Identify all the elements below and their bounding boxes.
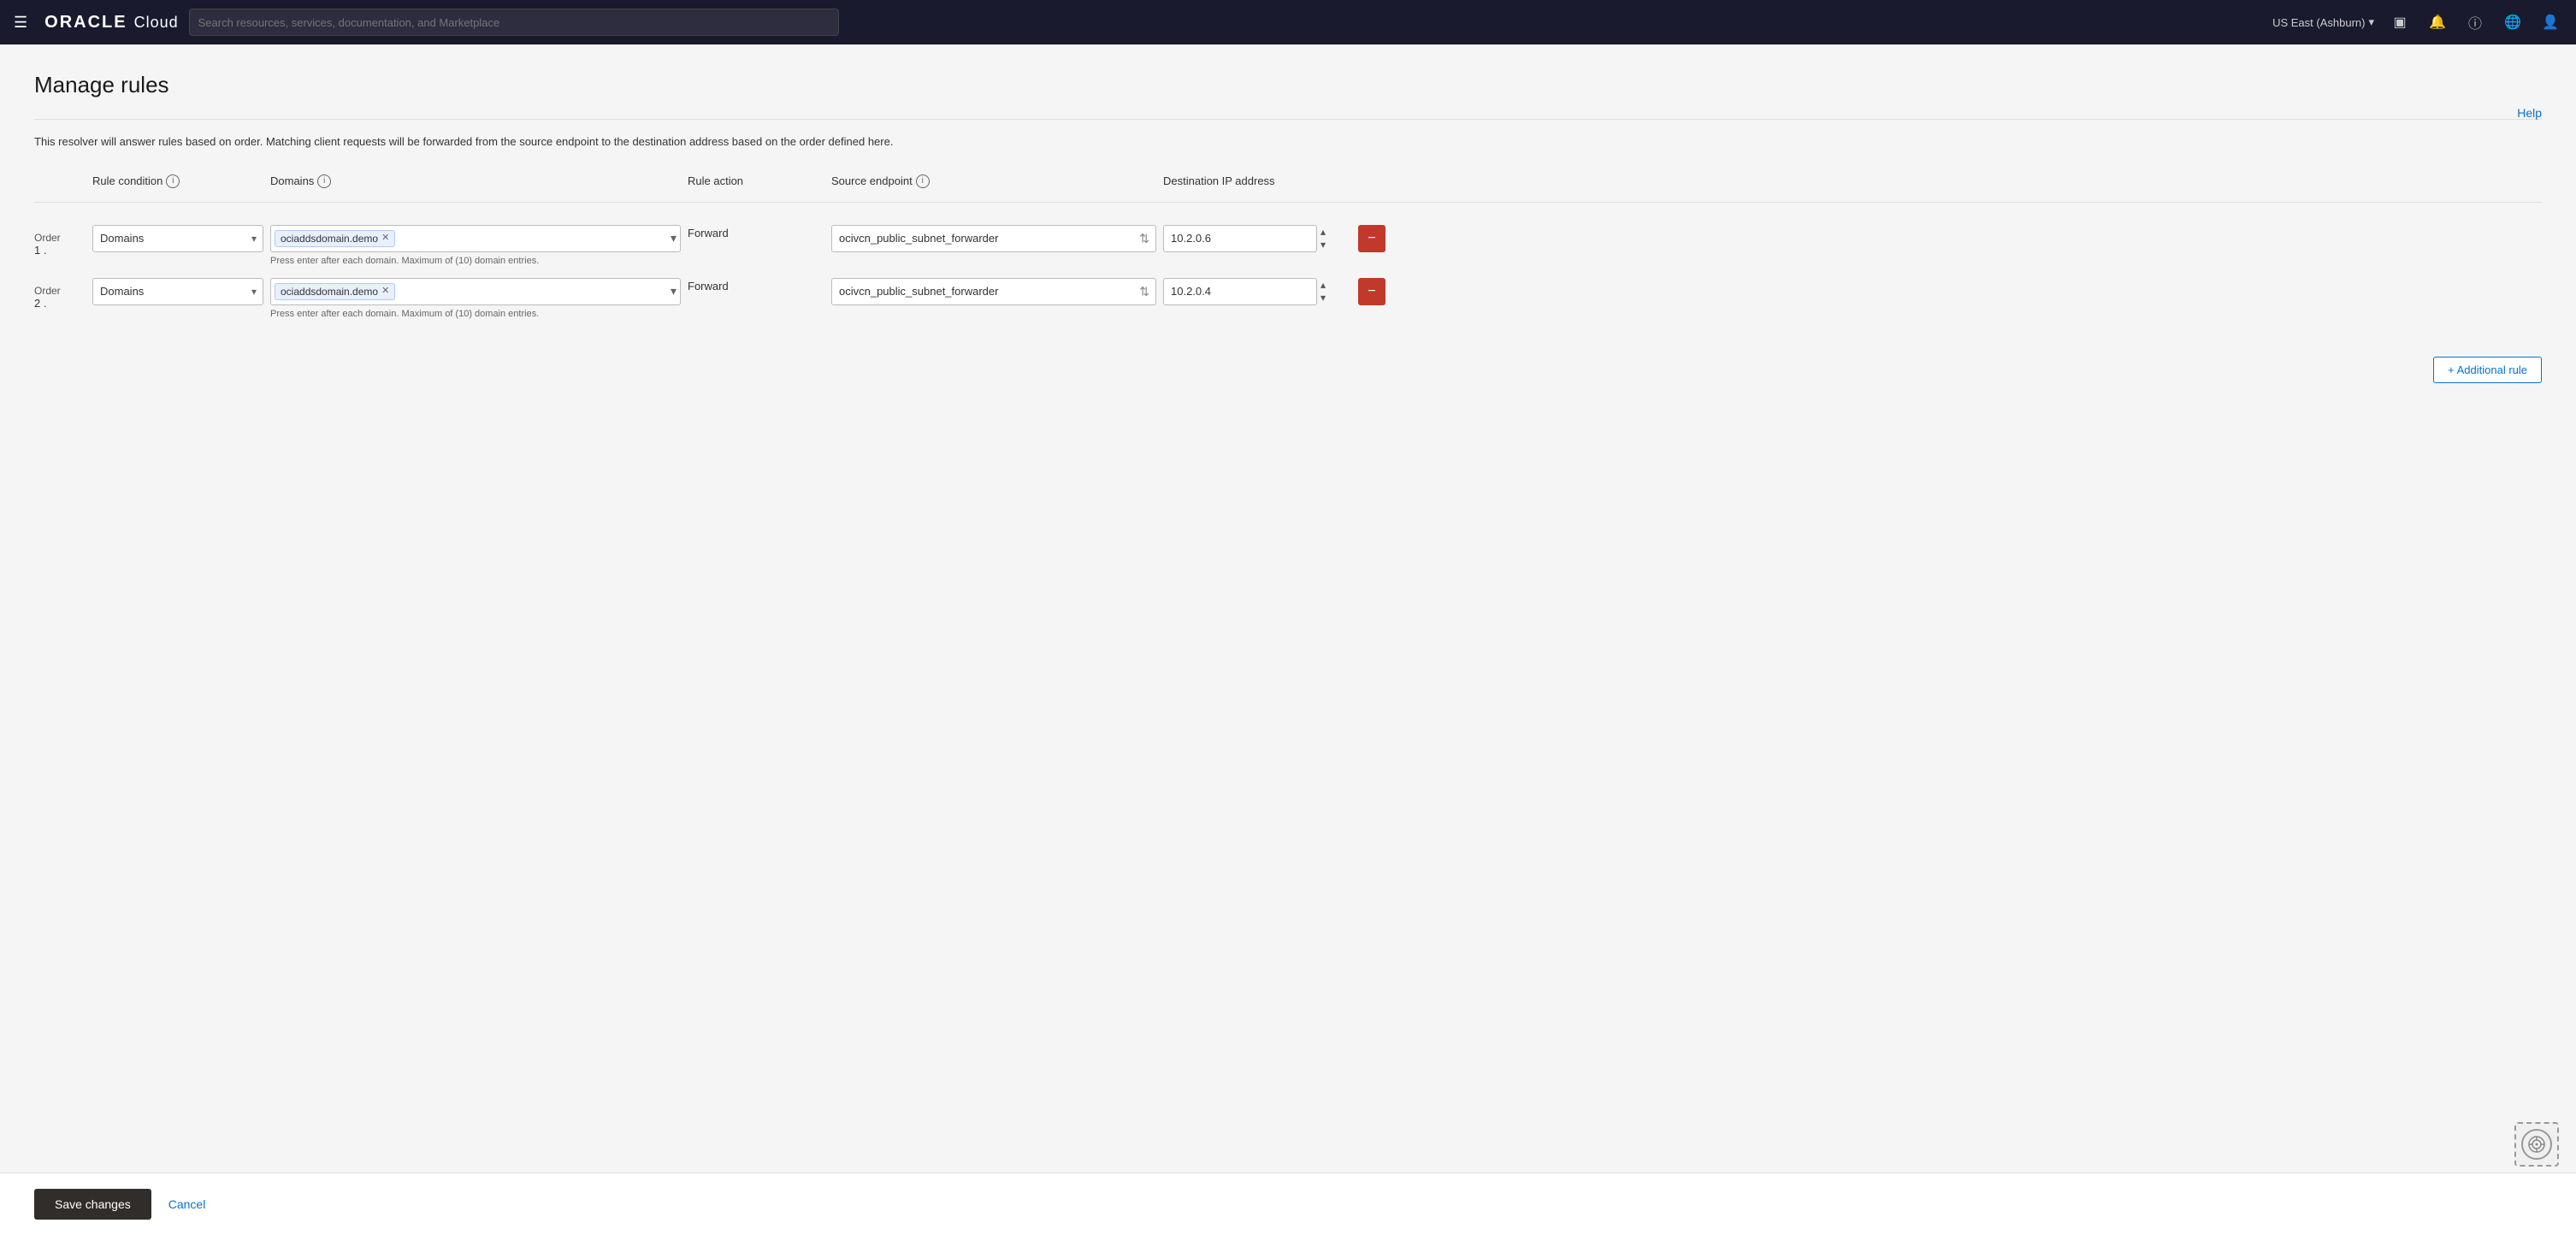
bell-icon[interactable]: 🔔 xyxy=(2425,10,2449,34)
chevron-down-icon: ▾ xyxy=(2368,15,2374,29)
delete-rule-2[interactable]: − xyxy=(1358,278,1385,305)
title-divider xyxy=(34,119,2542,120)
dest-ip-col-header: Destination IP address xyxy=(1163,174,1420,187)
column-headers: Rule condition i Domains i Rule action S… xyxy=(34,168,2542,195)
domain-tag-text-2: ociaddsdomain.demo xyxy=(281,286,378,298)
rule-action-col-header: Rule action xyxy=(688,174,824,187)
cloud-text: Cloud xyxy=(134,14,179,32)
topnav-right: US East (Ashburn) ▾ ▣ 🔔 ⓘ 🌐 👤 xyxy=(2272,10,2562,34)
domain-tag-text-1: ociaddsdomain.demo xyxy=(281,233,378,245)
source-endpoint-wrap-1[interactable]: ocivcn_public_subnet_forwarder xyxy=(831,225,1156,252)
domain-hint-2: Press enter after each domain. Maximum o… xyxy=(270,309,681,319)
help-widget-icon xyxy=(2521,1129,2552,1160)
rule-action-1: Forward xyxy=(688,225,824,239)
help-widget[interactable] xyxy=(2514,1122,2559,1167)
domains-chevron-2[interactable]: ▾ xyxy=(671,284,676,298)
dest-ip-arrows-2: ▴ ▾ xyxy=(1320,279,1326,304)
dest-ip-up-2[interactable]: ▴ xyxy=(1320,279,1326,291)
domain-hint-1: Press enter after each domain. Maximum o… xyxy=(270,256,681,266)
source-endpoint-dropdown-2[interactable]: ocivcn_public_subnet_forwarder xyxy=(831,278,1156,305)
header-divider xyxy=(34,202,2542,203)
help-link[interactable]: Help xyxy=(2517,106,2542,120)
rule-condition-select-2[interactable]: Domains xyxy=(92,278,263,305)
rule-action-value-1: Forward xyxy=(688,227,824,239)
oracle-text: ORACLE xyxy=(44,13,127,32)
bottom-bar: Save changes Cancel xyxy=(0,1173,2576,1235)
rule-condition-col-header: Rule condition i xyxy=(92,174,263,188)
rule-condition-dropdown-1[interactable]: Domains xyxy=(92,225,263,252)
search-input[interactable] xyxy=(198,16,830,29)
source-endpoint-dropdown-1[interactable]: ocivcn_public_subnet_forwarder xyxy=(831,225,1156,252)
help-icon[interactable]: ⓘ xyxy=(2463,10,2487,34)
add-rule-container: + Additional rule xyxy=(34,340,2542,383)
dest-ip-col-2: ▴ ▾ xyxy=(1163,278,1351,305)
dest-ip-down-2[interactable]: ▾ xyxy=(1320,292,1326,304)
save-changes-button[interactable]: Save changes xyxy=(34,1189,151,1220)
rule-condition-dropdown-2[interactable]: Domains xyxy=(92,278,263,305)
rule-condition-select-1[interactable]: Domains xyxy=(92,225,263,252)
rule-action-value-2: Forward xyxy=(688,280,824,292)
rule-row-1: Order 1 . Domains ociaddsdomain.demo ✕ ▾… xyxy=(34,216,2542,269)
dest-ip-input-2[interactable] xyxy=(1163,278,1317,305)
top-navigation: ☰ ORACLE Cloud US East (Ashburn) ▾ ▣ 🔔 ⓘ… xyxy=(0,0,2576,44)
globe-icon[interactable]: 🌐 xyxy=(2501,10,2525,34)
page-content: Help Manage rules This resolver will ans… xyxy=(0,44,2576,1235)
dest-ip-up-1[interactable]: ▴ xyxy=(1320,226,1326,238)
domains-col-2: ociaddsdomain.demo ✕ ▾ Press enter after… xyxy=(270,278,681,319)
delete-rule-1[interactable]: − xyxy=(1358,225,1385,252)
rule-action-2: Forward xyxy=(688,278,824,292)
user-avatar[interactable]: 👤 xyxy=(2538,10,2562,34)
domain-tag-1: ociaddsdomain.demo ✕ xyxy=(275,230,395,247)
dest-ip-input-1[interactable] xyxy=(1163,225,1317,252)
domain-tag-2: ociaddsdomain.demo ✕ xyxy=(275,283,395,300)
region-selector[interactable]: US East (Ashburn) ▾ xyxy=(2272,15,2374,29)
add-rule-button[interactable]: + Additional rule xyxy=(2433,357,2542,383)
domain-tag-remove-1[interactable]: ✕ xyxy=(381,233,389,243)
domains-input-1[interactable]: ociaddsdomain.demo ✕ ▾ xyxy=(270,225,681,252)
terminal-icon[interactable]: ▣ xyxy=(2388,10,2412,34)
dest-ip-col-1: ▴ ▾ xyxy=(1163,225,1351,252)
hamburger-icon[interactable]: ☰ xyxy=(14,14,27,32)
domains-col-1: ociaddsdomain.demo ✕ ▾ Press enter after… xyxy=(270,225,681,266)
dest-ip-down-1[interactable]: ▾ xyxy=(1320,239,1326,251)
rule-condition-info-icon[interactable]: i xyxy=(166,174,180,188)
source-endpoint-info-icon[interactable]: i xyxy=(916,174,930,188)
domains-col-header: Domains i xyxy=(270,174,681,188)
region-label: US East (Ashburn) xyxy=(2272,16,2365,29)
domains-chevron-1[interactable]: ▾ xyxy=(671,231,676,245)
domains-input-2[interactable]: ociaddsdomain.demo ✕ ▾ xyxy=(270,278,681,305)
delete-col-2: − xyxy=(1358,278,1409,305)
delete-col-1: − xyxy=(1358,225,1409,252)
cancel-button[interactable]: Cancel xyxy=(168,1197,206,1211)
oracle-logo: ORACLE Cloud xyxy=(44,13,178,32)
dest-ip-arrows-1: ▴ ▾ xyxy=(1320,226,1326,251)
order-2: Order 2 . xyxy=(34,278,86,310)
page-title: Manage rules xyxy=(34,72,2542,98)
domain-tag-remove-2[interactable]: ✕ xyxy=(381,287,389,296)
source-endpoint-col-header: Source endpoint i xyxy=(831,174,1156,188)
search-bar[interactable] xyxy=(189,9,839,36)
rule-row-2: Order 2 . Domains ociaddsdomain.demo ✕ ▾… xyxy=(34,269,2542,322)
info-text: This resolver will answer rules based on… xyxy=(34,133,2542,151)
domains-info-icon[interactable]: i xyxy=(317,174,331,188)
source-endpoint-wrap-2[interactable]: ocivcn_public_subnet_forwarder xyxy=(831,278,1156,305)
order-1: Order 1 . xyxy=(34,225,86,257)
